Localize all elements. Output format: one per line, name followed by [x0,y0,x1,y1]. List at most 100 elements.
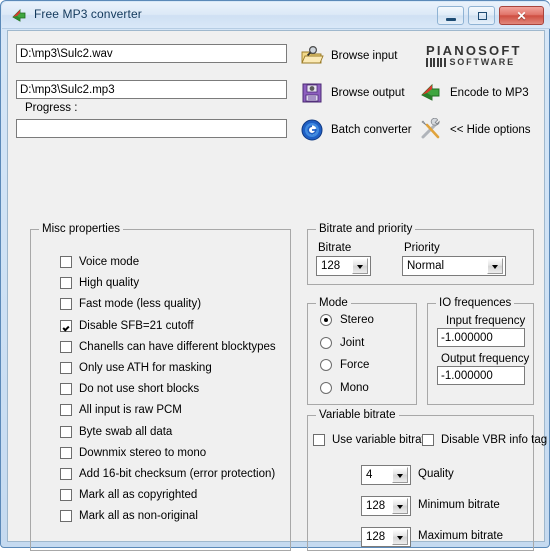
bitrate-value: 128 [321,260,341,272]
input-frequency-field[interactable]: -1.000000 [437,328,525,347]
mode-radio-row[interactable]: Mono [320,381,369,394]
radio-box[interactable] [320,314,332,326]
browse-output-button[interactable]: Browse output [300,79,405,107]
vbr-select-label: Quality [418,468,454,480]
vbr-select[interactable]: 4 [361,465,411,485]
chevron-down-icon[interactable] [352,258,368,274]
bitrate-select[interactable]: 128 [316,256,371,276]
output-frequency-label: Output frequency [441,353,530,365]
misc-checkbox-row[interactable]: Voice mode [60,256,139,268]
batch-converter-label: Batch converter [331,124,412,136]
misc-checkbox-row[interactable]: All input is raw PCM [60,404,182,417]
radio-box[interactable] [320,359,332,371]
misc-checkbox-label: Mark all as non-original [79,510,198,523]
checkbox-box[interactable] [422,434,434,446]
misc-checkbox-row[interactable]: Mark all as copyrighted [60,489,197,502]
checkbox-box[interactable] [60,256,72,268]
misc-checkbox-row[interactable]: Chanells can have different blocktypes [60,340,276,353]
misc-checkbox-label: Downmix stereo to mono [79,446,207,459]
radio-box[interactable] [320,381,332,394]
batch-circle-icon [300,118,324,142]
minimize-icon [446,18,456,21]
misc-checkbox-row[interactable]: Do not use short blocks [60,383,199,396]
mode-radio-label: Force [340,359,370,371]
chevron-down-icon[interactable] [392,467,408,483]
disable-vbr-info-tag-checkbox[interactable]: Disable VBR info tag [422,434,547,446]
checkbox-box[interactable] [60,298,72,311]
mode-radio-row[interactable]: Joint [320,336,365,349]
vbr-select-value: 128 [366,500,386,512]
radio-box[interactable] [320,336,332,349]
logo-name: PIANOSOFT [426,43,522,58]
bitrate-label: Bitrate [318,242,352,254]
mode-radio-row[interactable]: Force [320,359,369,371]
bitrate-priority-title: Bitrate and priority [316,223,416,235]
misc-checkbox-label: High quality [79,277,140,290]
checkbox-box[interactable] [60,362,72,374]
batch-converter-button[interactable]: Batch converter [300,116,412,144]
misc-checkbox-row[interactable]: Disable SFB=21 cutoff [60,319,194,332]
checkbox-box[interactable] [60,319,72,332]
mode-radio-label: Joint [340,336,365,349]
vbr-select-label: Minimum bitrate [418,499,500,511]
progress-bar [16,119,287,138]
use-variable-bitrate-checkbox[interactable]: Use variable bitrate [313,434,431,446]
maximize-button[interactable] [468,6,495,25]
misc-checkbox-row[interactable]: Fast mode (less quality) [60,298,202,311]
save-disk-icon [300,81,324,105]
encode-arrow-icon [419,81,443,105]
checkbox-box[interactable] [60,510,72,523]
misc-checkbox-label: Add 16-bit checksum (error protection) [79,468,276,480]
misc-checkbox-label: Chanells can have different blocktypes [79,340,276,353]
misc-checkbox-row[interactable]: Mark all as non-original [60,510,198,523]
window-controls: ✕ [437,6,544,26]
close-icon: ✕ [516,9,527,23]
output-file-field[interactable]: D:\mp3\Sulc2.mp3 [16,80,287,99]
encode-to-mp3-label: Encode to MP3 [450,87,529,99]
checkbox-box[interactable] [60,277,72,290]
chevron-down-icon[interactable] [487,258,503,274]
input-file-field[interactable]: D:\mp3\Sulc2.wav [16,44,287,63]
tools-icon [419,118,443,142]
progress-label: Progress : [25,102,78,114]
misc-checkbox-row[interactable]: Downmix stereo to mono [60,446,207,459]
checkbox-box[interactable] [60,446,72,459]
mode-title: Mode [316,297,351,309]
io-frequences-title: IO frequences [436,297,515,309]
vbr-select[interactable]: 128 [361,496,411,516]
misc-checkbox-label: Fast mode (less quality) [79,298,202,311]
misc-checkbox-row[interactable]: Add 16-bit checksum (error protection) [60,468,275,480]
misc-checkbox-label: Disable SFB=21 cutoff [79,319,194,332]
checkbox-box[interactable] [313,434,325,446]
hide-options-button[interactable]: << Hide options [419,116,531,144]
piano-keys-icon [426,58,446,67]
misc-checkbox-row[interactable]: Only use ATH for masking [60,362,212,374]
checkbox-box[interactable] [60,489,72,502]
vbr-select-value: 128 [366,531,386,543]
vbr-select-value: 4 [366,469,373,481]
misc-checkbox-row[interactable]: High quality [60,277,140,290]
chevron-down-icon[interactable] [392,529,408,545]
application-window: Free MP3 converter ✕ D:\mp3\Sulc2.wav D:… [0,0,550,551]
checkbox-box[interactable] [60,340,72,353]
output-frequency-field[interactable]: -1.000000 [437,366,525,385]
checkbox-box[interactable] [60,425,72,438]
misc-checkbox-row[interactable]: Byte swab all data [60,425,172,438]
pianosoft-logo: PIANOSOFT SOFTWARE [426,44,536,68]
chevron-down-icon[interactable] [392,498,408,514]
misc-properties-title: Misc properties [39,223,123,235]
checkbox-box[interactable] [60,383,72,396]
checkbox-box[interactable] [60,404,72,417]
priority-value: Normal [407,260,445,272]
browse-input-button[interactable]: Browse input [300,42,397,70]
checkbox-box[interactable] [60,468,72,480]
use-variable-bitrate-label: Use variable bitrate [332,434,432,446]
mode-radio-row[interactable]: Stereo [320,314,374,326]
close-button[interactable]: ✕ [499,6,544,25]
minimize-button[interactable] [437,6,464,25]
encode-to-mp3-button[interactable]: Encode to MP3 [419,79,529,107]
hide-options-label: << Hide options [450,124,531,136]
priority-select[interactable]: Normal [402,256,506,276]
window-title: Free MP3 converter [34,7,142,21]
vbr-select[interactable]: 128 [361,527,411,547]
